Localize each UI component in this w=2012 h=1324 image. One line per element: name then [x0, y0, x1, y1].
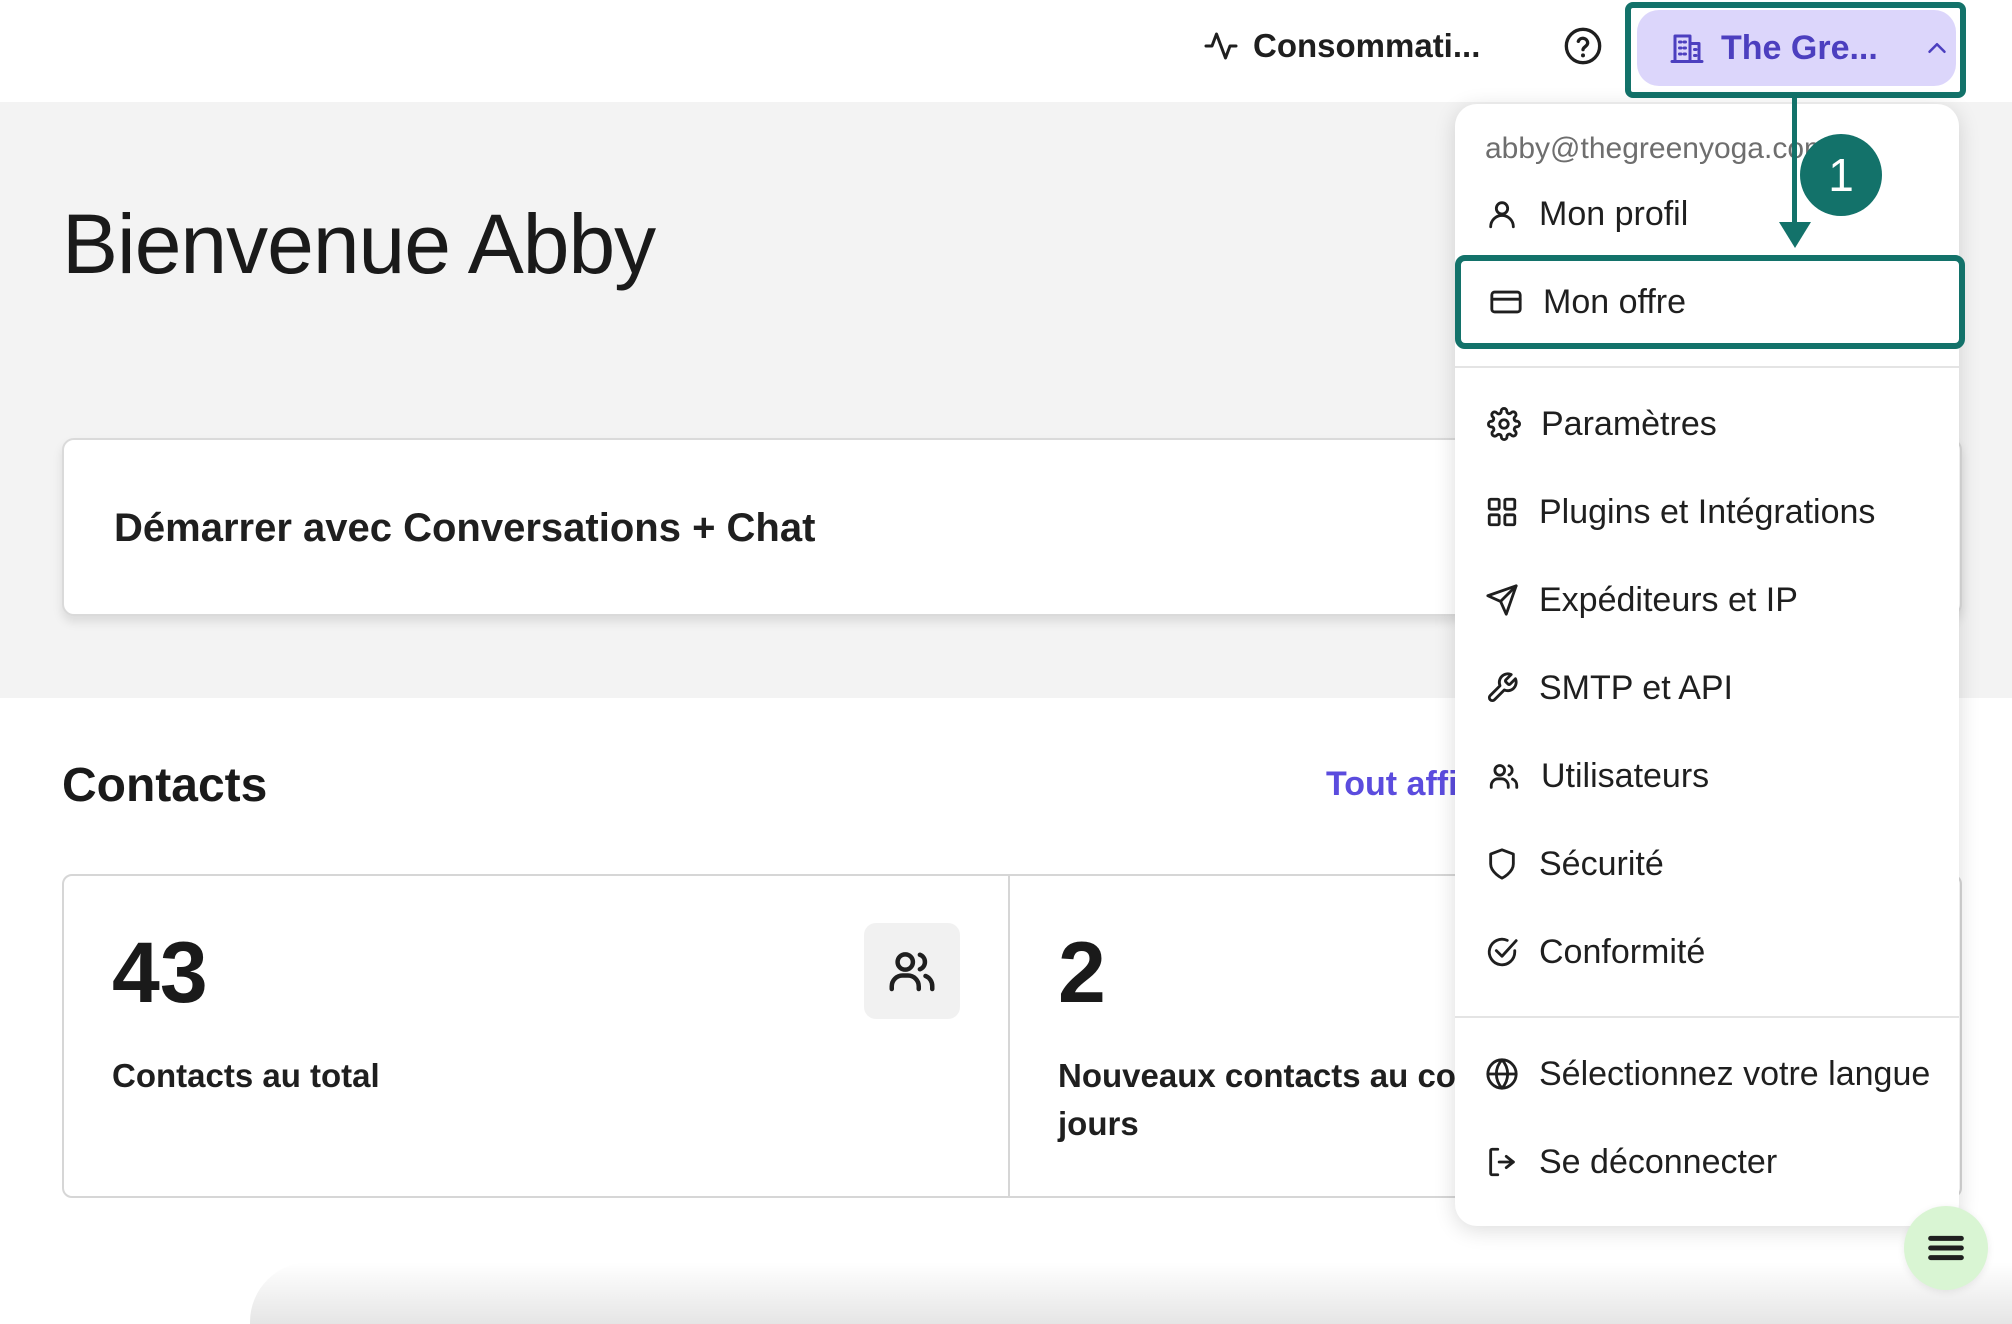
check-circle-icon — [1487, 937, 1518, 967]
new-contacts-label-line2: jours — [1058, 1105, 1139, 1142]
contacts-title: Contacts — [62, 759, 268, 812]
menu-item-compliance[interactable]: Conformité — [1485, 922, 1705, 982]
shield-icon — [1489, 848, 1515, 880]
send-icon — [1486, 584, 1518, 616]
account-email: abby@thegreenyoga.com — [1485, 132, 1830, 165]
logout-icon — [1489, 1147, 1515, 1177]
floating-menu-button[interactable] — [1904, 1206, 1988, 1290]
page-title: Bienvenue Abby — [62, 197, 656, 291]
menu-item-language[interactable]: Sélectionnez votre langue — [1485, 1044, 1930, 1104]
show-all-link[interactable]: Tout affi — [1326, 765, 1458, 804]
getting-started-label: Démarrer avec Conversations + Chat — [114, 506, 816, 550]
menu-item-profile[interactable]: Mon profil — [1485, 184, 1688, 244]
menu-item-label: Plugins et Intégrations — [1539, 492, 1876, 531]
menu-icon — [1928, 1235, 1964, 1261]
menu-item-logout[interactable]: Se déconnecter — [1485, 1132, 1777, 1192]
wrench-icon — [1487, 672, 1518, 703]
usage-button[interactable]: Consommati... — [1203, 22, 1480, 70]
menu-item-label: Mon profil — [1539, 194, 1689, 233]
menu-item-label: Sécurité — [1539, 844, 1664, 883]
menu-item-label: SMTP et API — [1539, 668, 1734, 707]
users-icon — [889, 952, 935, 992]
menu-item-plugins[interactable]: Plugins et Intégrations — [1485, 482, 1875, 542]
menu-item-settings[interactable]: Paramètres — [1487, 394, 1717, 454]
menu-item-label: Paramètres — [1541, 404, 1717, 443]
usage-label: Consommati... — [1253, 27, 1481, 64]
menu-item-label: Se déconnecter — [1539, 1142, 1778, 1181]
users-icon — [1489, 764, 1519, 789]
highlight-offer-item — [1455, 255, 1965, 349]
highlight-organization-button — [1625, 2, 1966, 98]
new-contacts-value: 2 — [1058, 925, 1106, 1021]
annotation-arrow-head — [1779, 222, 1811, 248]
menu-item-users[interactable]: Utilisateurs — [1487, 746, 1709, 806]
total-contacts-label: Contacts au total — [112, 1057, 380, 1094]
total-contacts-value: 43 — [112, 925, 208, 1021]
grid-icon — [1487, 497, 1517, 527]
step-badge: 1 — [1800, 134, 1882, 216]
menu-item-security[interactable]: Sécurité — [1485, 834, 1664, 894]
menu-item-label: Sélectionnez votre langue — [1539, 1054, 1931, 1093]
user-icon — [1489, 201, 1515, 229]
menu-item-senders[interactable]: Expéditeurs et IP — [1485, 570, 1798, 630]
stats-divider — [1008, 874, 1010, 1198]
new-contacts-label-line1: Nouveaux contacts au cou — [1058, 1057, 1477, 1094]
activity-icon — [1204, 32, 1238, 60]
menu-divider — [1455, 366, 1959, 368]
bottom-shadow — [250, 1262, 2012, 1324]
menu-item-label: Utilisateurs — [1541, 756, 1710, 795]
gear-icon — [1487, 407, 1521, 441]
menu-item-label: Conformité — [1539, 932, 1706, 971]
menu-item-smtp-api[interactable]: SMTP et API — [1485, 658, 1733, 718]
globe-icon — [1486, 1058, 1518, 1090]
contacts-icon-box — [864, 923, 960, 1019]
annotation-arrow-line — [1792, 98, 1797, 226]
menu-item-label: Expéditeurs et IP — [1539, 580, 1798, 619]
help-circle-icon[interactable] — [1563, 26, 1603, 66]
menu-divider — [1455, 1016, 1959, 1018]
